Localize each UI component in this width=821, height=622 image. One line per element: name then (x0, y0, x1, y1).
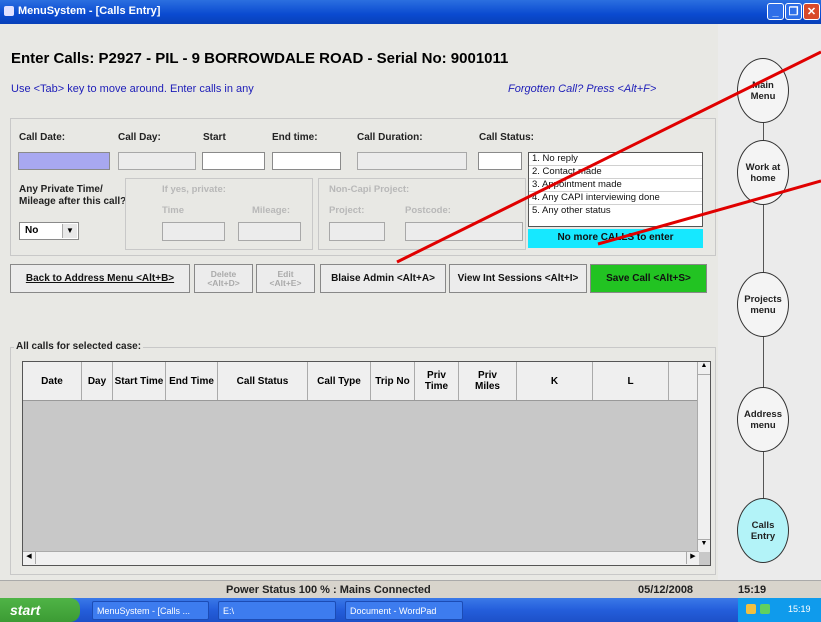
system-tray: 15:19 (738, 598, 821, 622)
task-explorer[interactable]: E:\ (218, 601, 336, 620)
power-status: Power Status 100 % : Mains Connected (226, 584, 431, 596)
task-label: E:\ (223, 606, 235, 616)
status-bar: Power Status 100 % : Mains Connected 05/… (0, 580, 821, 599)
task-label: MenuSystem - [Calls ... (97, 606, 191, 616)
status-time: 15:19 (738, 584, 767, 596)
annotation-line (597, 179, 821, 246)
status-date: 05/12/2008 (638, 584, 694, 596)
annotation-line (396, 50, 821, 264)
start-button[interactable]: start (0, 598, 80, 622)
annotation-overlay (396, 50, 821, 264)
task-wordpad[interactable]: Document - WordPad (345, 601, 463, 620)
tray-icon[interactable] (746, 604, 756, 614)
clock: 15:19 (788, 604, 811, 614)
tray-icon[interactable] (760, 604, 770, 614)
start-label: start (10, 602, 41, 618)
task-menusystem[interactable]: MenuSystem - [Calls ... (92, 601, 209, 620)
task-label: Document - WordPad (350, 606, 437, 616)
